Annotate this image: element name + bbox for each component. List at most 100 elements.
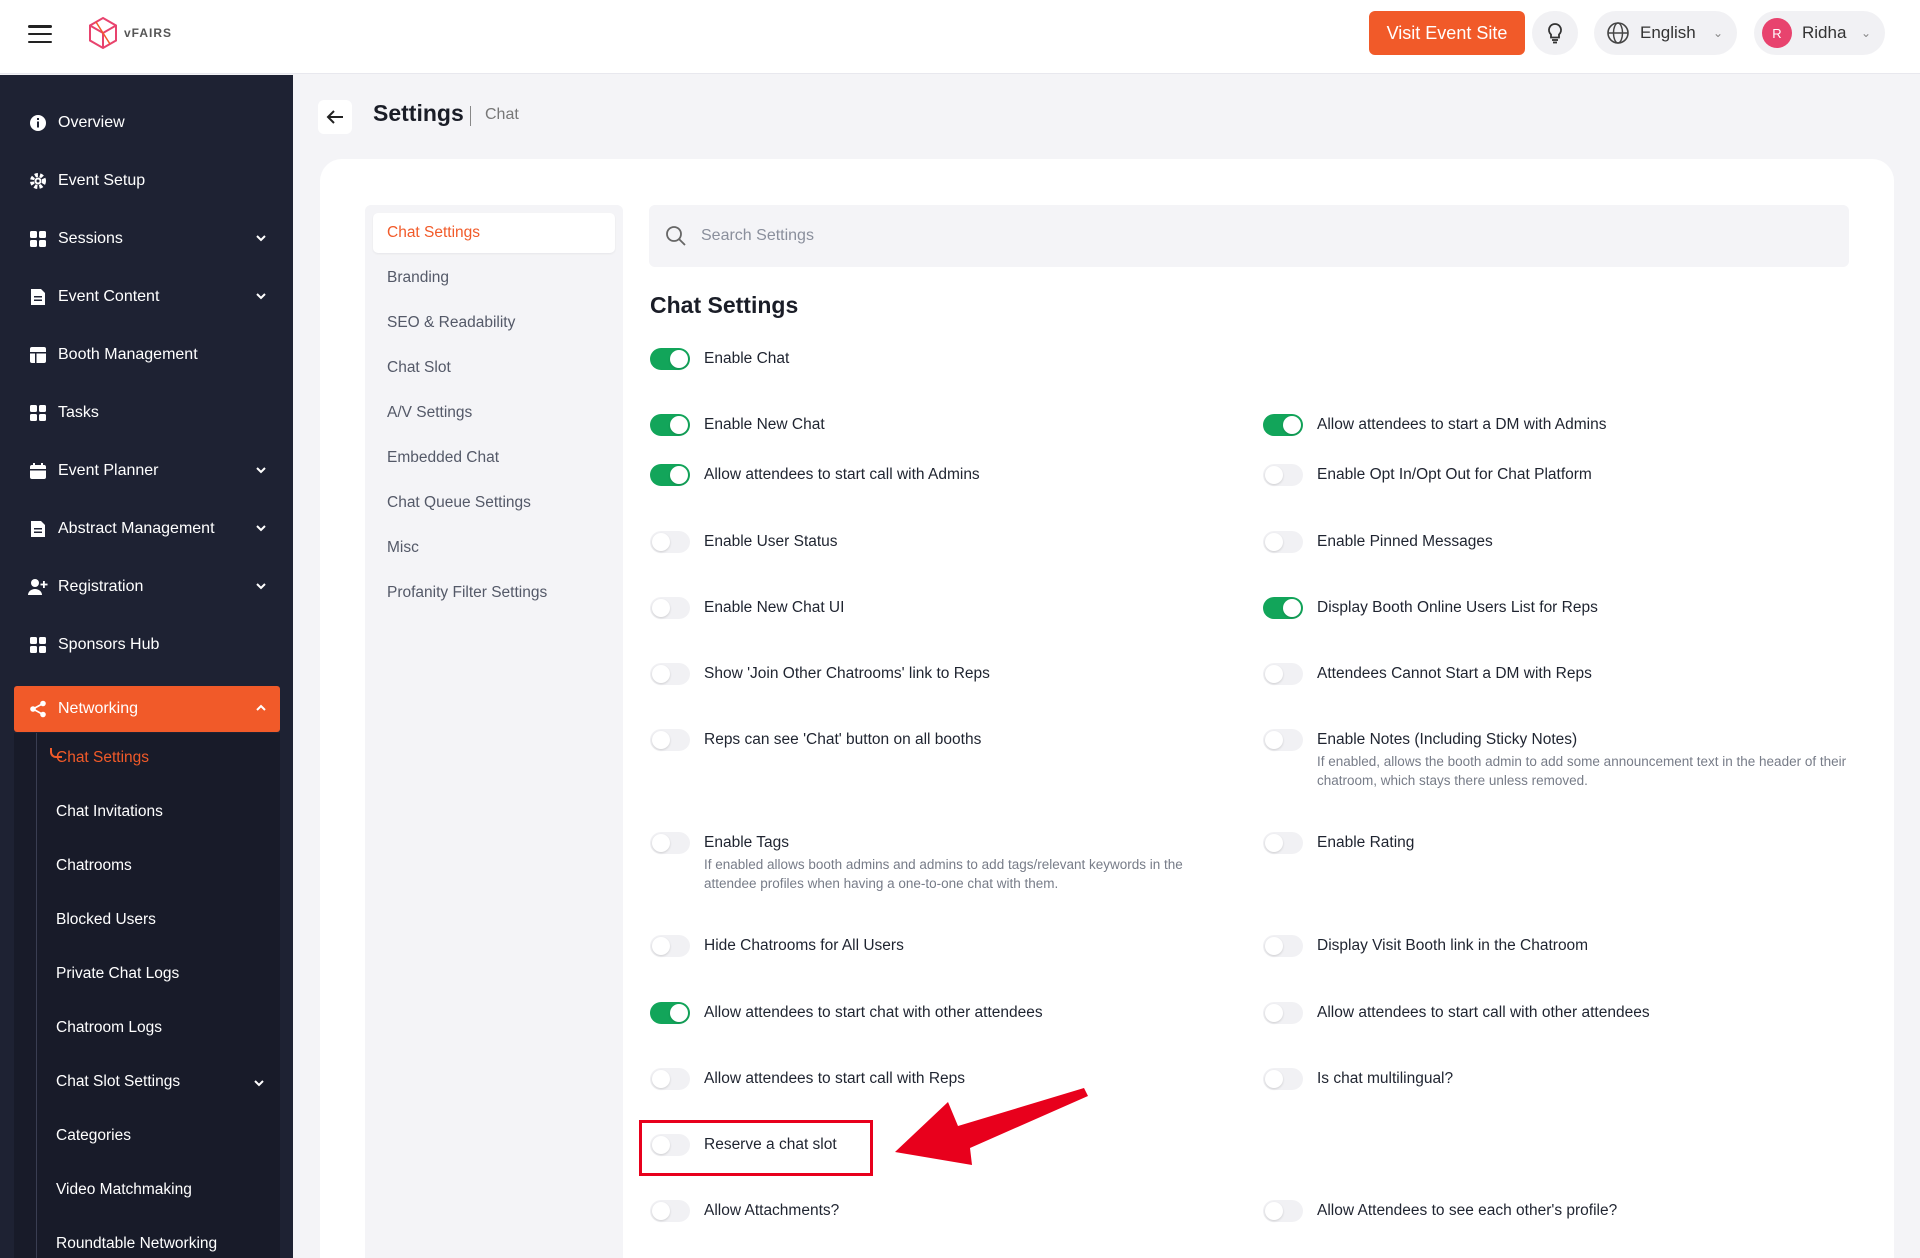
- grid-icon: [28, 635, 48, 655]
- chevron-down-icon: [256, 467, 266, 474]
- toggle-switch[interactable]: [650, 464, 690, 486]
- sidebar-subitem-chat-invitations[interactable]: Chat Invitations: [56, 797, 163, 827]
- setting-reps-chat-button: Reps can see 'Chat' button on all booths: [650, 729, 982, 751]
- toggle-switch[interactable]: [1263, 663, 1303, 685]
- red-arrow-annotation: [895, 1088, 1088, 1165]
- toggle-switch[interactable]: [650, 935, 690, 957]
- toggle-switch[interactable]: [650, 414, 690, 436]
- subnav-item-profanity-filter-settings[interactable]: Profanity Filter Settings: [373, 573, 615, 613]
- sidebar-subitem-chatroom-logs[interactable]: Chatroom Logs: [56, 1013, 162, 1043]
- toggle-switch[interactable]: [650, 663, 690, 685]
- sidebar-subitem-private-chat-logs[interactable]: Private Chat Logs: [56, 959, 179, 989]
- subnav-item-av-settings[interactable]: A/V Settings: [373, 393, 615, 433]
- sidebar-subitem-video-matchmaking[interactable]: Video Matchmaking: [56, 1175, 192, 1205]
- user-menu[interactable]: R Ridha ⌄: [1754, 11, 1885, 55]
- setting-label: Allow attendees to start chat with other…: [704, 1004, 1043, 1021]
- toggle-switch[interactable]: [1263, 464, 1303, 486]
- logo-cube-icon: [89, 16, 117, 50]
- setting-label: Display Booth Online Users List for Reps: [1317, 599, 1598, 616]
- back-button[interactable]: [318, 100, 352, 134]
- setting-call-with-admins: Allow attendees to start call with Admin…: [650, 464, 980, 486]
- toggle-switch[interactable]: [650, 531, 690, 553]
- setting-label: Reps can see 'Chat' button on all booths: [704, 731, 982, 748]
- toggle-switch[interactable]: [1263, 414, 1303, 436]
- sidebar-subitem-categories[interactable]: Categories: [56, 1121, 131, 1151]
- setting-label: Is chat multilingual?: [1317, 1070, 1454, 1087]
- sidebar-item-overview[interactable]: Overview: [14, 100, 280, 146]
- sidebar-subitem-chatrooms[interactable]: Chatrooms: [56, 851, 132, 881]
- toggle-switch[interactable]: [1263, 1002, 1303, 1024]
- toggle-switch[interactable]: [650, 1200, 690, 1222]
- sidebar-item-label: Event Setup: [58, 172, 146, 189]
- globe-icon: [1607, 22, 1629, 44]
- sidebar-subitem-chat-settings[interactable]: Chat Settings: [56, 743, 149, 773]
- sidebar-item-label: Registration: [58, 578, 144, 595]
- search-input[interactable]: [701, 227, 1301, 245]
- visit-event-site-button[interactable]: Visit Event Site: [1369, 11, 1525, 55]
- setting-label: Enable New Chat: [704, 416, 825, 433]
- toggle-switch[interactable]: [650, 729, 690, 751]
- sidebar-item-event-content[interactable]: Event Content: [14, 274, 280, 320]
- booth-icon: [28, 345, 48, 365]
- subnav-item-branding[interactable]: Branding: [373, 258, 615, 298]
- hamburger-menu-icon[interactable]: [28, 25, 52, 43]
- setting-label: Enable Opt In/Opt Out for Chat Platform: [1317, 466, 1592, 483]
- toggle-switch[interactable]: [1263, 1068, 1303, 1090]
- chevron-down-icon: ⌄: [1860, 26, 1871, 40]
- vfairs-logo[interactable]: vFAIRS: [88, 16, 172, 50]
- setting-description: If enabled allows booth admins and admin…: [704, 857, 1183, 891]
- sidebar-item-label: Event Planner: [58, 462, 159, 479]
- setting-enable-tags: Enable Tags If enabled allows booth admi…: [650, 832, 1234, 893]
- setting-label: Allow attendees to start call with Admin…: [704, 466, 980, 483]
- toggle-switch[interactable]: [650, 348, 690, 370]
- sidebar-item-booth-management[interactable]: Booth Management: [14, 332, 280, 378]
- language-select[interactable]: English ⌄: [1594, 11, 1737, 55]
- document-icon: [28, 519, 48, 539]
- toggle-switch[interactable]: [1263, 832, 1303, 854]
- toggle-switch[interactable]: [1263, 729, 1303, 751]
- subnav-item-chat-slot[interactable]: Chat Slot: [373, 348, 615, 388]
- sidebar-subitem-roundtable-networking[interactable]: Roundtable Networking: [56, 1229, 217, 1258]
- setting-user-status: Enable User Status: [650, 531, 838, 553]
- subnav-item-embedded-chat[interactable]: Embedded Chat: [373, 438, 615, 478]
- sidebar: Overview Event Setup Sessions Event Cont…: [0, 75, 293, 1258]
- sidebar-subitem-blocked-users[interactable]: Blocked Users: [56, 905, 156, 935]
- share-icon: [28, 699, 48, 719]
- sidebar-item-abstract-management[interactable]: Abstract Management: [14, 506, 280, 552]
- sidebar-item-event-planner[interactable]: Event Planner: [14, 448, 280, 494]
- chevron-down-icon: [256, 235, 266, 242]
- subnav-item-misc[interactable]: Misc: [373, 528, 615, 568]
- chevron-down-icon: [256, 525, 266, 532]
- highlight-box: [639, 1120, 873, 1176]
- toggle-switch[interactable]: [650, 1002, 690, 1024]
- setting-chat-multilingual: Is chat multilingual?: [1263, 1068, 1454, 1090]
- chevron-down-icon: [254, 1080, 264, 1087]
- sidebar-item-sessions[interactable]: Sessions: [14, 216, 280, 262]
- subnav-item-chat-queue-settings[interactable]: Chat Queue Settings: [373, 483, 615, 523]
- toggle-switch[interactable]: [1263, 597, 1303, 619]
- toggle-switch[interactable]: [650, 1068, 690, 1090]
- setting-hide-chatrooms: Hide Chatrooms for All Users: [650, 935, 904, 957]
- search-bar: [649, 205, 1849, 267]
- sidebar-subitem-chat-slot-settings[interactable]: Chat Slot Settings: [56, 1067, 180, 1097]
- toggle-switch[interactable]: [1263, 1200, 1303, 1222]
- setting-label: Enable Notes (Including Sticky Notes): [1317, 731, 1578, 748]
- setting-label: Enable New Chat UI: [704, 599, 845, 616]
- lightbulb-button[interactable]: [1532, 11, 1578, 55]
- chevron-down-icon: [256, 583, 266, 590]
- setting-label: Hide Chatrooms for All Users: [704, 937, 904, 954]
- toggle-switch[interactable]: [650, 597, 690, 619]
- subnav-item-chat-settings[interactable]: Chat Settings: [373, 213, 615, 253]
- sidebar-item-networking[interactable]: Networking: [14, 686, 280, 732]
- sidebar-item-event-setup[interactable]: Event Setup: [14, 158, 280, 204]
- sidebar-item-tasks[interactable]: Tasks: [14, 390, 280, 436]
- setting-label: Attendees Cannot Start a DM with Reps: [1317, 665, 1592, 682]
- toggle-switch[interactable]: [1263, 935, 1303, 957]
- toggle-switch[interactable]: [1263, 531, 1303, 553]
- sidebar-item-sponsors-hub[interactable]: Sponsors Hub: [14, 622, 280, 668]
- add-user-icon: [28, 577, 48, 597]
- toggle-switch[interactable]: [650, 832, 690, 854]
- sidebar-item-registration[interactable]: Registration: [14, 564, 280, 610]
- subnav-item-seo-readability[interactable]: SEO & Readability: [373, 303, 615, 343]
- setting-pinned-messages: Enable Pinned Messages: [1263, 531, 1493, 553]
